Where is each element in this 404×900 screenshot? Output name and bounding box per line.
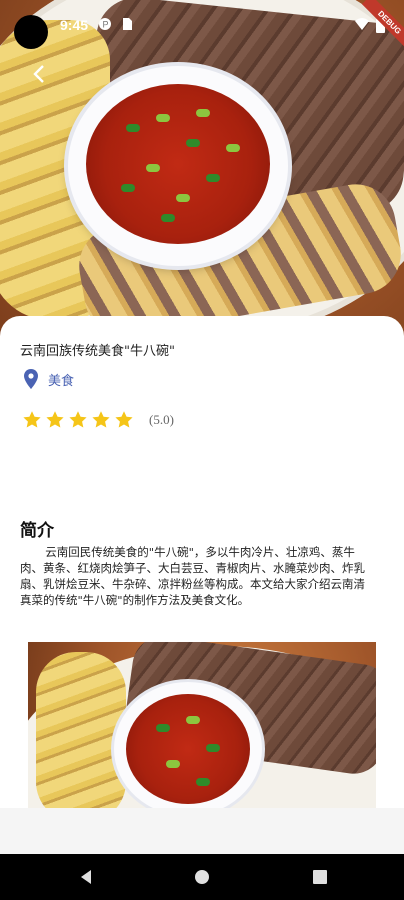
status-time: 9:45 [60, 17, 89, 33]
location-pin-icon [24, 369, 38, 389]
bottom-spacer [0, 808, 404, 854]
star-icon [23, 411, 41, 428]
dish-title: 云南回族传统美食"牛八碗" [20, 344, 175, 359]
svg-text:P: P [103, 20, 109, 30]
chili-sauce-graphic [86, 84, 270, 244]
nav-back-icon[interactable] [76, 867, 96, 887]
star-icon [69, 411, 87, 428]
star-icon [92, 411, 110, 428]
intro-heading: 简介 [20, 521, 54, 541]
camera-cutout [14, 15, 48, 49]
status-bar: 9:45 P DEBUG [0, 0, 404, 52]
rating-row: (5.0) [22, 410, 174, 430]
dish-photo [28, 642, 376, 808]
nav-home-icon[interactable] [192, 867, 212, 887]
back-button[interactable] [28, 62, 52, 86]
notification-icon: P [99, 18, 111, 30]
category-row: 美食 [24, 368, 74, 390]
category-label: 美食 [48, 373, 75, 389]
star-icon [46, 411, 64, 428]
star-icon [115, 411, 133, 428]
rating-value: (5.0) [149, 412, 174, 427]
wifi-icon [355, 18, 369, 30]
sim-card-icon [123, 18, 132, 30]
intro-text: 云南回民传统美食的"牛八碗"，多以牛肉冷片、壮凉鸡、蒸牛肉、黄条、红烧肉烩笋子、… [20, 545, 365, 607]
nav-recents-icon[interactable] [310, 867, 330, 887]
back-arrow-icon [33, 65, 44, 83]
system-nav-bar [0, 854, 404, 900]
